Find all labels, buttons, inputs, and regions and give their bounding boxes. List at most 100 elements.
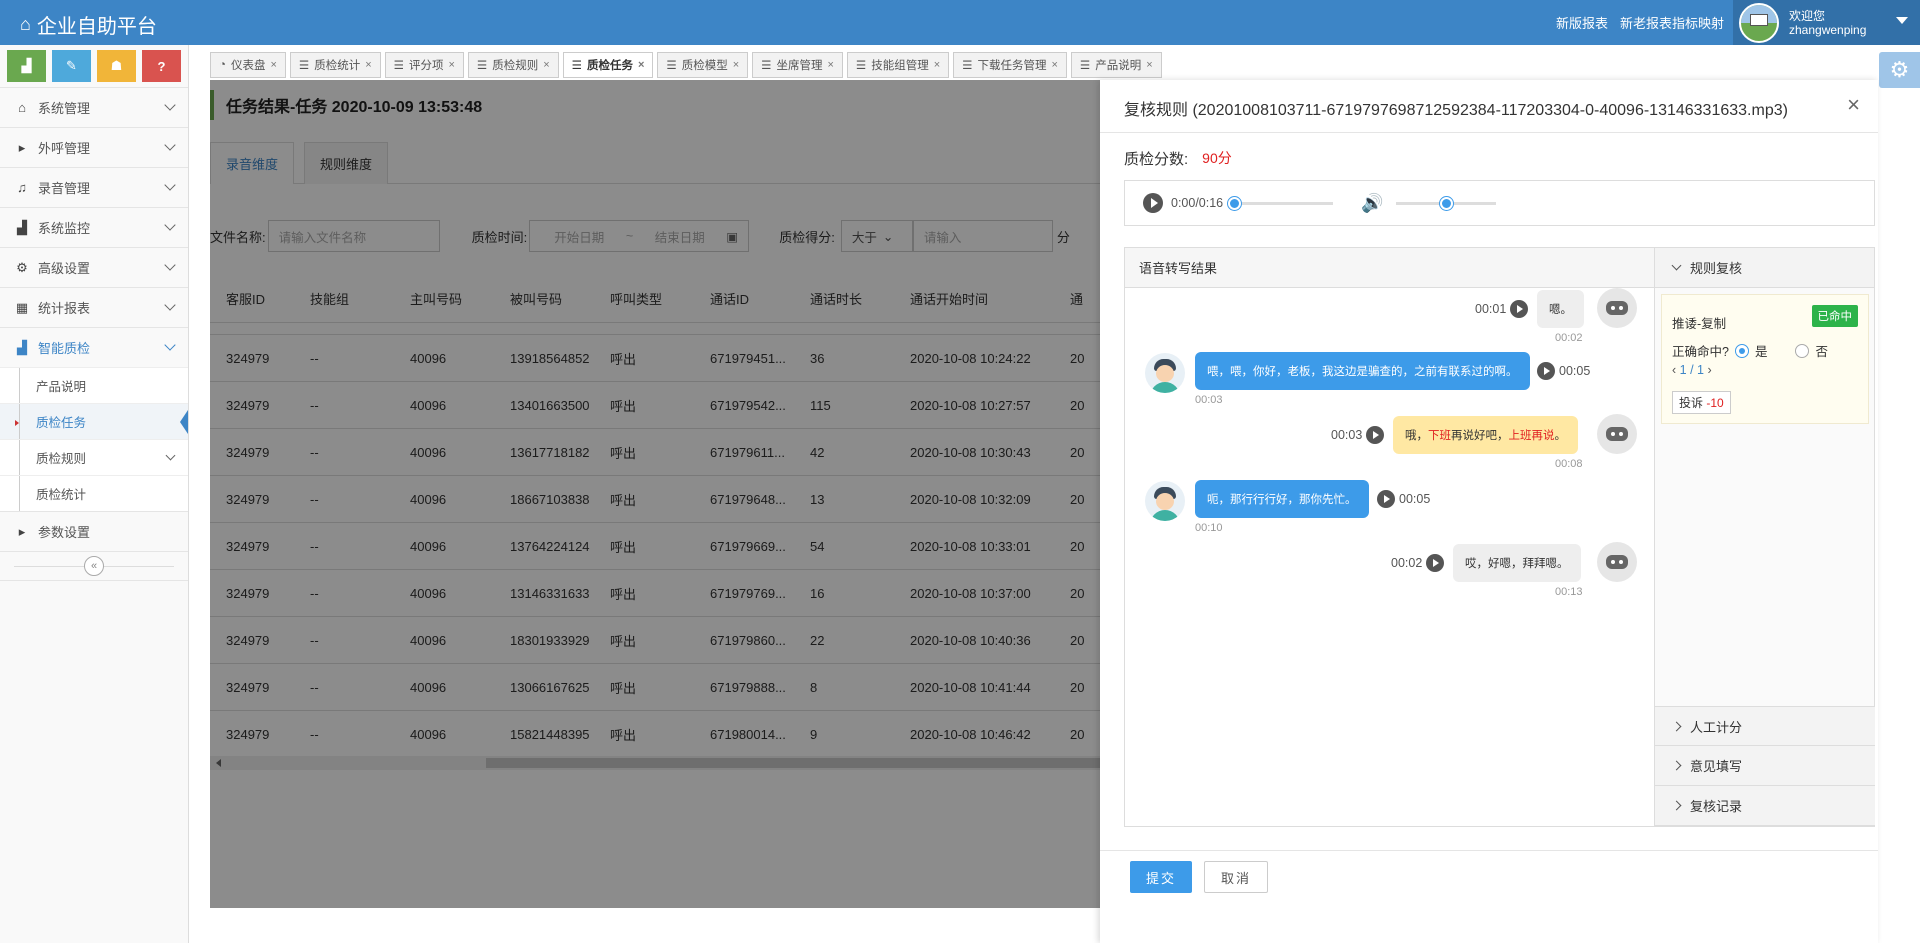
- help-icon[interactable]: ?: [142, 50, 181, 82]
- chevron-down-icon: [164, 339, 176, 351]
- modal-overlay[interactable]: [210, 80, 1100, 908]
- subnav-qc-rule[interactable]: 质检规则: [0, 439, 188, 475]
- robot-avatar: [1597, 414, 1637, 454]
- play-icon[interactable]: [1377, 490, 1395, 508]
- close-icon[interactable]: ×: [1847, 94, 1860, 116]
- group-icon[interactable]: ☗: [97, 50, 136, 82]
- pencil-icon[interactable]: ✎: [52, 50, 91, 82]
- home-icon: ⌂: [18, 100, 26, 115]
- bar-chart-icon[interactable]: ▟: [7, 50, 46, 82]
- message-time: 00:08: [1555, 458, 1583, 470]
- message-bubble: 呃，那行行行好，那你先忙。: [1195, 480, 1369, 518]
- close-icon[interactable]: ×: [270, 59, 276, 71]
- list-icon: ☰: [298, 60, 310, 72]
- close-icon[interactable]: ×: [1051, 59, 1057, 71]
- top-bar: ⌂ 企业自助平台 新版报表 新老报表指标映射 欢迎您 zhangwenping: [0, 0, 1920, 45]
- double-chevron-left-icon[interactable]: «: [84, 556, 104, 576]
- active-marker: [180, 410, 188, 434]
- tab-qc-model[interactable]: ☰ 质检模型 ×: [657, 52, 749, 78]
- manual-score-header[interactable]: 人工计分: [1655, 706, 1875, 746]
- complaint-tag: 投诉 -10: [1672, 391, 1731, 414]
- close-icon[interactable]: ×: [733, 59, 739, 71]
- message-bubble: 喂，喂，你好，老板，我这边是骗查的，之前有联系过的啊。: [1195, 352, 1530, 390]
- gear-icon[interactable]: ⚙: [1879, 52, 1920, 88]
- message-time: 00:13: [1555, 586, 1583, 598]
- nav-reports[interactable]: ▦ 统计报表: [0, 287, 188, 327]
- chevron-left-icon[interactable]: ‹: [1672, 363, 1676, 377]
- list-icon: ☰: [855, 60, 867, 72]
- list-icon: ☰: [1079, 60, 1091, 72]
- audio-progress-slider[interactable]: [1228, 196, 1334, 210]
- play-icon[interactable]: [1510, 300, 1529, 318]
- volume-slider[interactable]: [1395, 196, 1496, 210]
- subnav-qc-stats[interactable]: 质检统计: [0, 475, 188, 511]
- nav-recording[interactable]: ♫ 录音管理: [0, 167, 188, 207]
- message-duration: 00:01: [1475, 300, 1529, 318]
- subnav-qc-task[interactable]: 质检任务: [0, 403, 188, 439]
- nav-monitor[interactable]: ▟ 系统监控: [0, 207, 188, 247]
- audio-time: 0:00/0:16: [1171, 196, 1224, 210]
- rule-review-header[interactable]: 规则复核: [1655, 248, 1874, 288]
- volume-knob[interactable]: [1439, 196, 1453, 210]
- play-icon[interactable]: [1537, 362, 1555, 380]
- nav-params[interactable]: ▸ 参数设置: [0, 511, 188, 551]
- audio-player: 0:00/0:16 🔊: [1124, 180, 1875, 226]
- tab-downloads[interactable]: ☰ 下载任务管理 ×: [953, 52, 1067, 78]
- cancel-button[interactable]: 取消: [1204, 861, 1268, 893]
- review-log-header[interactable]: 复核记录: [1655, 786, 1875, 826]
- app-logo[interactable]: ⌂ 企业自助平台: [20, 10, 157, 39]
- tab-qc-stats[interactable]: ☰ 质检统计 ×: [289, 52, 381, 78]
- volume-icon[interactable]: 🔊: [1361, 193, 1383, 214]
- chevron-right-icon: [1671, 721, 1682, 731]
- hit-question: 正确命中? 是 否: [1672, 343, 1828, 359]
- play-icon[interactable]: [1366, 426, 1385, 444]
- agent-avatar: [1145, 353, 1185, 393]
- close-icon[interactable]: ×: [638, 59, 644, 71]
- chevron-down-icon: [164, 219, 176, 231]
- chevron-down-icon: [164, 299, 176, 311]
- submit-button[interactable]: 提交: [1130, 861, 1192, 893]
- list-icon: ☰: [476, 60, 488, 72]
- chevron-down-icon: [164, 259, 176, 271]
- report-mapping-link[interactable]: 新老报表指标映射: [1620, 13, 1724, 32]
- chevron-right-icon[interactable]: ›: [1707, 363, 1711, 377]
- nav-advanced[interactable]: ⚙ 高级设置: [0, 247, 188, 287]
- message-bubble: 哎，好嗯，拜拜嗯。: [1453, 544, 1581, 582]
- close-icon[interactable]: ×: [448, 59, 454, 71]
- opinion-header[interactable]: 意见填写: [1655, 746, 1875, 786]
- nav-qc[interactable]: ▟ 智能质检: [0, 327, 188, 367]
- home-icon: ⌂: [20, 14, 31, 34]
- tab-qc-rules[interactable]: ☰ 质检规则 ×: [467, 52, 559, 78]
- rule-name: 推诿-复制: [1672, 317, 1727, 331]
- nav-outbound[interactable]: ▸ 外呼管理: [0, 127, 188, 167]
- user-menu[interactable]: 欢迎您 zhangwenping: [1733, 0, 1920, 45]
- radio-no[interactable]: [1795, 343, 1810, 358]
- list-icon: ☰: [962, 60, 973, 72]
- play-icon[interactable]: [1426, 554, 1445, 572]
- subnav-product[interactable]: 产品说明: [0, 367, 188, 403]
- tab-product-info[interactable]: ☰ 产品说明 ×: [1070, 52, 1162, 78]
- close-icon[interactable]: ×: [1146, 59, 1152, 71]
- tab-qc-task[interactable]: ☰ 质检任务 ×: [562, 52, 654, 78]
- radio-yes[interactable]: [1734, 343, 1749, 358]
- tab-score-items[interactable]: ☰ 评分项 ×: [384, 52, 464, 78]
- bar-chart-icon: ▟: [17, 219, 27, 235]
- close-icon[interactable]: ×: [827, 59, 833, 71]
- panel-title: 复核规则 (20201008103711-6719797698712592384…: [1124, 102, 1788, 119]
- progress-knob[interactable]: [1228, 196, 1242, 210]
- close-icon[interactable]: ×: [934, 59, 940, 71]
- message-time: 00:10: [1195, 522, 1223, 534]
- list-icon: ☰: [761, 60, 772, 72]
- gears-icon: ⚙: [16, 259, 28, 275]
- active-dot-icon: [15, 420, 19, 426]
- message-bubble: 嗯。: [1537, 290, 1584, 328]
- tab-agents[interactable]: ☰ 坐席管理 ×: [752, 52, 843, 78]
- nav-system[interactable]: ⌂ 系统管理: [0, 87, 188, 127]
- tab-skill-groups[interactable]: ☰ 技能组管理 ×: [846, 52, 950, 78]
- tab-dashboard[interactable]: ◔ 仪表盘 ×: [210, 52, 286, 78]
- close-icon[interactable]: ×: [365, 59, 371, 71]
- new-report-link[interactable]: 新版报表: [1556, 13, 1608, 32]
- close-icon[interactable]: ×: [543, 59, 549, 71]
- chevron-right-icon: [1671, 800, 1682, 811]
- play-icon[interactable]: [1143, 193, 1163, 213]
